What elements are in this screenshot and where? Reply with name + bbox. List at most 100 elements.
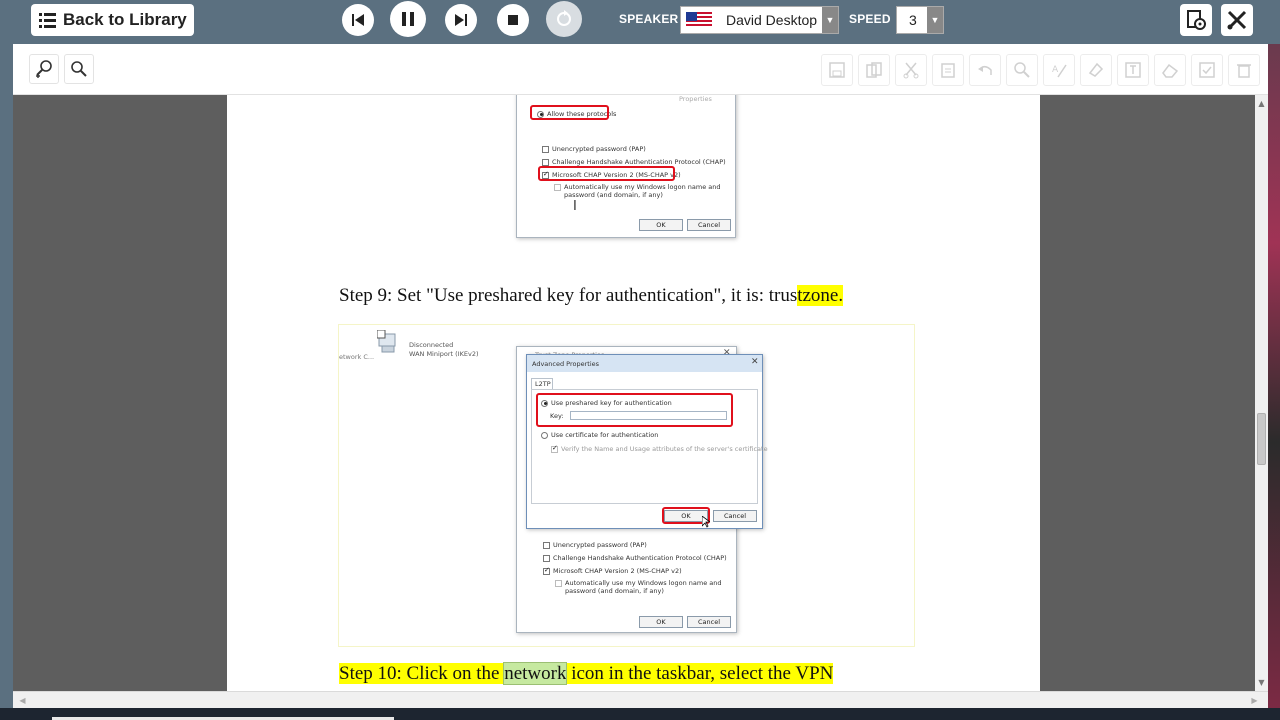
close-icon: ✕ xyxy=(751,357,759,367)
auto-logon-option: Automatically use my Windows logon name … xyxy=(554,183,721,191)
highlighted-word: tzone. xyxy=(797,285,844,306)
auto-logon-option-line2: password (and domain, if any) xyxy=(564,191,663,199)
red-highlight-box xyxy=(530,105,609,120)
screen-reader-icon xyxy=(1187,10,1206,30)
edit-text-tool[interactable]: A xyxy=(1043,54,1075,86)
left-frame xyxy=(0,44,13,708)
chap-option: Challenge Handshake Authentication Proto… xyxy=(543,554,727,562)
ok-button: OK xyxy=(639,616,683,628)
list-icon xyxy=(39,12,56,28)
red-highlight-box xyxy=(536,393,733,427)
highlight-icon xyxy=(1088,62,1104,77)
delete-tool[interactable] xyxy=(1228,54,1260,86)
cut-icon xyxy=(903,62,919,79)
properties-label: Properties xyxy=(679,95,712,103)
wan-miniport-label: WAN Miniport (IKEv2) xyxy=(409,350,479,358)
speaker-select[interactable]: David Desktop ▼ xyxy=(680,6,839,34)
cut-tool[interactable] xyxy=(895,54,927,86)
copy-icon xyxy=(866,62,882,78)
zoom-in-button[interactable] xyxy=(29,54,59,84)
pause-button[interactable] xyxy=(390,1,426,37)
network-connections-label: etwork C... xyxy=(339,353,375,361)
document-viewer[interactable]: Properties Allow these protocols Unencry… xyxy=(13,95,1255,691)
svg-text:A: A xyxy=(1052,65,1059,75)
tab-l2tp: L2TP xyxy=(531,378,553,389)
scroll-left-arrow-icon[interactable]: ◀ xyxy=(16,694,29,707)
back-to-library-label: Back to Library xyxy=(63,10,187,29)
edit-tools-group: A xyxy=(821,54,1260,86)
disconnected-status: Disconnected xyxy=(409,341,454,349)
network-adapter-icon xyxy=(377,330,396,353)
verify-certificate-option: Verify the Name and Usage attributes of … xyxy=(551,444,768,453)
dialog-title: Advanced Properties xyxy=(532,360,600,368)
taskbar-strip xyxy=(0,708,1280,720)
find-tool[interactable] xyxy=(1006,54,1038,86)
copy-tool[interactable] xyxy=(858,54,890,86)
scroll-thumb[interactable] xyxy=(1257,413,1266,465)
red-highlight-box xyxy=(538,166,675,181)
undo-tool[interactable] xyxy=(969,54,1001,86)
edit-text-icon: A xyxy=(1052,64,1067,78)
save-icon xyxy=(829,62,845,78)
settings-tools-icon xyxy=(1227,10,1247,30)
stop-icon xyxy=(508,15,518,25)
scroll-right-arrow-icon[interactable]: ▶ xyxy=(1248,694,1261,707)
paste-icon xyxy=(941,63,955,78)
scroll-down-arrow-icon[interactable]: ▼ xyxy=(1255,676,1268,689)
document-page: Properties Allow these protocols Unencry… xyxy=(227,95,1040,691)
zoom-out-button[interactable] xyxy=(64,54,94,84)
back-to-library-button[interactable]: Back to Library xyxy=(31,4,194,36)
mouse-pointer-icon xyxy=(702,516,710,528)
speed-label: SPEED xyxy=(849,12,891,26)
speed-select[interactable]: 3 ▼ xyxy=(896,6,944,34)
text-cursor-icon: I xyxy=(573,199,577,214)
speed-value: 3 xyxy=(909,12,917,28)
erase-icon xyxy=(1162,63,1179,78)
paste-tool[interactable] xyxy=(932,54,964,86)
speaker-value: David Desktop xyxy=(726,12,818,28)
skip-back-icon xyxy=(352,14,364,26)
scroll-up-arrow-icon[interactable]: ▲ xyxy=(1255,97,1268,110)
skip-back-button[interactable] xyxy=(342,4,374,36)
settings-tools-button[interactable] xyxy=(1221,4,1253,36)
cancel-button: Cancel xyxy=(713,510,757,522)
vertical-scrollbar[interactable]: ▲ ▼ xyxy=(1255,95,1268,691)
find-icon xyxy=(1014,62,1030,78)
delete-icon xyxy=(1237,64,1251,78)
us-flag-icon xyxy=(686,12,712,28)
replay-icon xyxy=(557,10,571,26)
text-box-tool[interactable] xyxy=(1117,54,1149,86)
screenshot-advanced-properties: etwork C... Disconnected WAN Miniport (I… xyxy=(338,324,915,647)
cancel-button: Cancel xyxy=(687,616,731,628)
mschap-option: Microsoft CHAP Version 2 (MS-CHAP v2) xyxy=(543,566,682,575)
skip-forward-icon xyxy=(455,14,467,26)
highlight-tool[interactable] xyxy=(1080,54,1112,86)
chevron-down-icon[interactable]: ▼ xyxy=(822,7,838,33)
protocols-dialog: Properties Allow these protocols Unencry… xyxy=(516,95,736,238)
desktop-edge xyxy=(1268,44,1280,708)
step-10-text: Step 10: Click on the network icon in th… xyxy=(339,662,834,685)
save-tool[interactable] xyxy=(821,54,853,86)
document-toolbar: A xyxy=(13,44,1268,95)
screen-reader-button[interactable] xyxy=(1180,4,1212,36)
check-tool[interactable] xyxy=(1191,54,1223,86)
undo-icon xyxy=(978,66,992,75)
auto-logon-option-line2: password (and domain, if any) xyxy=(565,587,664,595)
check-icon xyxy=(1199,62,1215,78)
stop-button[interactable] xyxy=(497,4,529,36)
screenshot-protocols: Properties Allow these protocols Unencry… xyxy=(516,95,737,239)
step-9-text: Step 9: Set "Use preshared key for authe… xyxy=(339,285,844,306)
skip-forward-button[interactable] xyxy=(445,4,477,36)
pause-icon xyxy=(402,12,414,26)
erase-tool[interactable] xyxy=(1154,54,1186,86)
auto-logon-option: Automatically use my Windows logon name … xyxy=(555,579,722,587)
top-toolbar: Back to Library SPEAKER David Desktop ▼ … xyxy=(0,0,1280,44)
cancel-button: Cancel xyxy=(687,219,731,231)
chevron-down-icon[interactable]: ▼ xyxy=(927,7,943,33)
pap-option: Unencrypted password (PAP) xyxy=(543,541,647,549)
pap-option: Unencrypted password (PAP) xyxy=(542,145,646,153)
horizontal-scrollbar[interactable]: ◀ ▶ xyxy=(13,691,1268,708)
text-box-icon xyxy=(1125,62,1141,78)
replay-button[interactable] xyxy=(546,1,582,37)
ok-button: OK xyxy=(639,219,683,231)
